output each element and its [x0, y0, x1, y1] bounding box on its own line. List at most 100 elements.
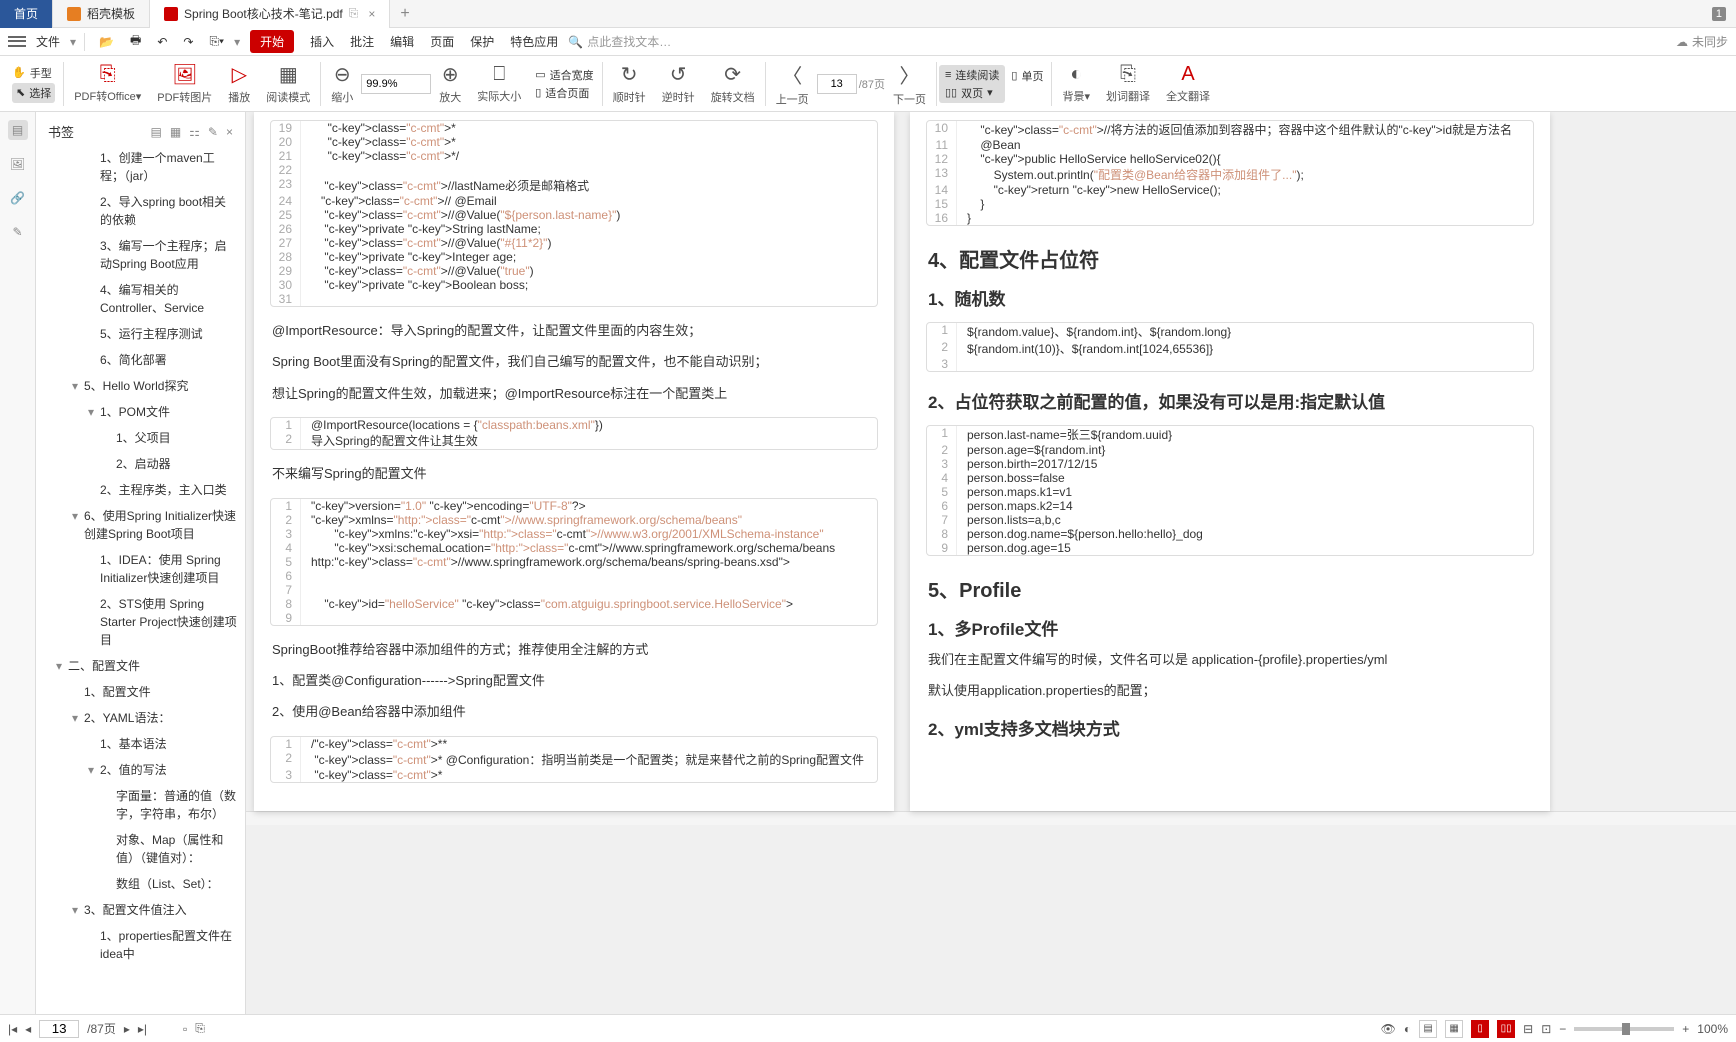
hamburger-icon[interactable] — [8, 35, 26, 49]
bookmark-item[interactable]: 1、properties配置文件在idea中 — [44, 923, 241, 967]
tool-fulltrans[interactable]: A全文翻译 — [1158, 63, 1218, 104]
tool-ccw[interactable]: ↺逆时针 — [654, 62, 703, 105]
sb-view2[interactable]: ▦ — [1445, 1020, 1463, 1038]
tab-add[interactable]: + — [390, 5, 419, 23]
tool-double[interactable]: ▯▯双页▾ — [945, 85, 999, 101]
sb-view1[interactable]: ▤ — [1419, 1020, 1437, 1038]
menu-protect[interactable]: 保护 — [464, 29, 500, 54]
sb-zoomout-icon[interactable]: − — [1559, 1022, 1566, 1036]
menu-annotate[interactable]: 批注 — [344, 29, 380, 54]
sb-first-icon[interactable]: |◂ — [8, 1022, 17, 1036]
bookmark-item[interactable]: ▾2、YAML语法： — [44, 705, 241, 731]
bookmark-item[interactable]: 2、主程序类，主入口类 — [44, 477, 241, 503]
tool-translate[interactable]: ⎘划词翻译 — [1098, 63, 1158, 104]
bookmark-item[interactable]: ▾二、配置文件 — [44, 653, 241, 679]
sb-last-icon[interactable]: ▸| — [138, 1022, 147, 1036]
tab-home[interactable]: 首页 — [0, 0, 53, 28]
bookmark-item[interactable]: 字面量：普通的值（数字，字符串，布尔） — [44, 783, 241, 827]
tool-play[interactable]: ▷播放 — [220, 62, 258, 105]
sb-moon-icon[interactable]: ◐ — [1404, 1022, 1411, 1036]
bm-icon4[interactable]: ✎ — [208, 125, 218, 139]
bookmark-item[interactable]: 5、运行主程序测试 — [44, 321, 241, 347]
sb-eye-icon[interactable]: 👁 — [1381, 1022, 1396, 1036]
bookmark-item[interactable]: 2、启动器 — [44, 451, 241, 477]
bookmark-item[interactable]: 3、编写一个主程序；启动Spring Boot应用 — [44, 233, 241, 277]
print-icon[interactable]: 🖶 — [124, 27, 147, 56]
bookmark-item[interactable]: ▾6、使用Spring Initializer快速创建Spring Boot项目 — [44, 503, 241, 547]
menu-file[interactable]: 文件 — [30, 29, 66, 54]
sb-icon-b[interactable]: ⎘ — [195, 1021, 205, 1036]
sb-fit2-icon[interactable]: ⊡ — [1541, 1022, 1551, 1036]
sb-next-icon[interactable]: ▸ — [124, 1022, 130, 1036]
tool-readmode[interactable]: ▦阅读模式 — [258, 62, 318, 105]
menu-edit[interactable]: 编辑 — [384, 29, 420, 54]
para: Spring Boot里面没有Spring的配置文件，我们自己编写的配置文件，也… — [254, 346, 894, 377]
document-viewport[interactable]: 19 "c-key">class="c-cmt">* 20 "c-key">cl… — [246, 112, 1736, 1014]
bookmark-item[interactable]: ▾2、值的写法 — [44, 757, 241, 783]
tool-select[interactable]: ⬉选择 — [12, 83, 55, 103]
bookmark-item[interactable]: 1、基本语法 — [44, 731, 241, 757]
bookmark-item[interactable]: 1、配置文件 — [44, 679, 241, 705]
rail-bookmarks-icon[interactable]: ▤ — [8, 120, 28, 140]
tool-hand[interactable]: ✋手型 — [12, 65, 55, 81]
tool-rotate[interactable]: ⟳旋转文档 — [703, 62, 763, 105]
tool-fitw[interactable]: ▭适合宽度 — [535, 67, 593, 83]
bookmark-item[interactable]: 6、简化部署 — [44, 347, 241, 373]
bookmark-item[interactable]: 4、编写相关的Controller、Service — [44, 277, 241, 321]
bookmark-item[interactable]: 数组（List、Set）： — [44, 871, 241, 897]
tool-shrink[interactable]: ⊖缩小 — [323, 62, 361, 105]
bookmark-item[interactable]: 对象、Map（属性和值）（键值对）： — [44, 827, 241, 871]
tab-close-icon[interactable]: × — [368, 7, 375, 21]
zoom-slider[interactable] — [1574, 1027, 1674, 1031]
more-icon[interactable]: ⎘▾ — [203, 30, 230, 53]
bm-close-icon[interactable]: × — [226, 125, 233, 139]
tool-next[interactable]: 〉下一页 — [885, 60, 934, 107]
open-icon[interactable]: 📂 — [93, 31, 120, 53]
tool-pdf2office[interactable]: ⎘PDF转Office▾ — [66, 63, 149, 104]
bookmark-item[interactable]: 1、父项目 — [44, 425, 241, 451]
sync-status[interactable]: 未同步 — [1676, 33, 1728, 50]
sb-fit1-icon[interactable]: ⊟ — [1523, 1022, 1533, 1036]
bm-icon2[interactable]: ▦ — [170, 125, 181, 139]
bookmark-item[interactable]: 2、导入spring boot相关的依赖 — [44, 189, 241, 233]
menu-begin[interactable]: 开始 — [250, 30, 294, 53]
rail-signatures-icon[interactable]: ✎ — [8, 222, 28, 242]
menu-special[interactable]: 特色应用 — [504, 29, 564, 54]
bookmark-item[interactable]: 1、创建一个maven工程；（jar） — [44, 145, 241, 189]
bm-icon1[interactable]: ▤ — [150, 125, 161, 139]
tab-document[interactable]: Spring Boot核心技术-笔记.pdf⎘× — [150, 0, 390, 28]
tab-template[interactable]: 稻壳模板 — [53, 0, 150, 28]
page-input[interactable] — [817, 74, 857, 94]
bm-icon3[interactable]: ⚏ — [189, 125, 200, 139]
bookmark-item[interactable]: 2、STS使用 Spring Starter Project快速创建项目 — [44, 591, 241, 653]
tool-fitp[interactable]: ▯适合页面 — [535, 85, 593, 101]
horizontal-scrollbar[interactable] — [246, 811, 1736, 825]
tab-pin-icon[interactable]: ⎘ — [349, 6, 359, 21]
sb-view4[interactable]: ▯▯ — [1497, 1020, 1515, 1038]
sb-zoomin-icon[interactable]: + — [1682, 1022, 1689, 1036]
menu-page[interactable]: 页面 — [424, 29, 460, 54]
sb-icon-a[interactable]: ▫ — [183, 1022, 187, 1036]
tool-single[interactable]: ▯单页 — [1011, 68, 1043, 84]
menu-insert[interactable]: 插入 — [304, 29, 340, 54]
redo-icon[interactable]: ↷ — [177, 31, 199, 53]
sb-view3[interactable]: ▯ — [1471, 1020, 1489, 1038]
zoom-input[interactable] — [361, 74, 431, 94]
bookmark-item[interactable]: ▾5、Hello World探究 — [44, 373, 241, 399]
tool-pdf2img[interactable]: 🖼PDF转图片 — [149, 62, 220, 105]
tool-cw[interactable]: ↻顺时针 — [605, 62, 654, 105]
bookmark-item[interactable]: 1、IDEA：使用 Spring Initializer快速创建项目 — [44, 547, 241, 591]
tool-bg[interactable]: ◐背景▾ — [1054, 63, 1098, 104]
sb-prev-icon[interactable]: ◂ — [25, 1022, 31, 1036]
tool-enlarge[interactable]: ⊕放大 — [431, 62, 469, 105]
tool-continuous[interactable]: ≡连续阅读 — [945, 67, 999, 83]
rail-thumbnails-icon[interactable]: 🖼 — [8, 154, 28, 174]
tool-prev[interactable]: 〈上一页 — [768, 60, 817, 107]
search-box[interactable]: 🔍点此查找文本… — [568, 33, 671, 50]
bookmark-item[interactable]: ▾1、POM文件 — [44, 399, 241, 425]
sb-page-input[interactable] — [39, 1020, 79, 1038]
tool-actual[interactable]: ⎕实际大小 — [469, 63, 529, 104]
rail-attachments-icon[interactable]: 🔗 — [8, 188, 28, 208]
undo-icon[interactable]: ↶ — [151, 31, 173, 53]
bookmark-item[interactable]: ▾3、配置文件值注入 — [44, 897, 241, 923]
